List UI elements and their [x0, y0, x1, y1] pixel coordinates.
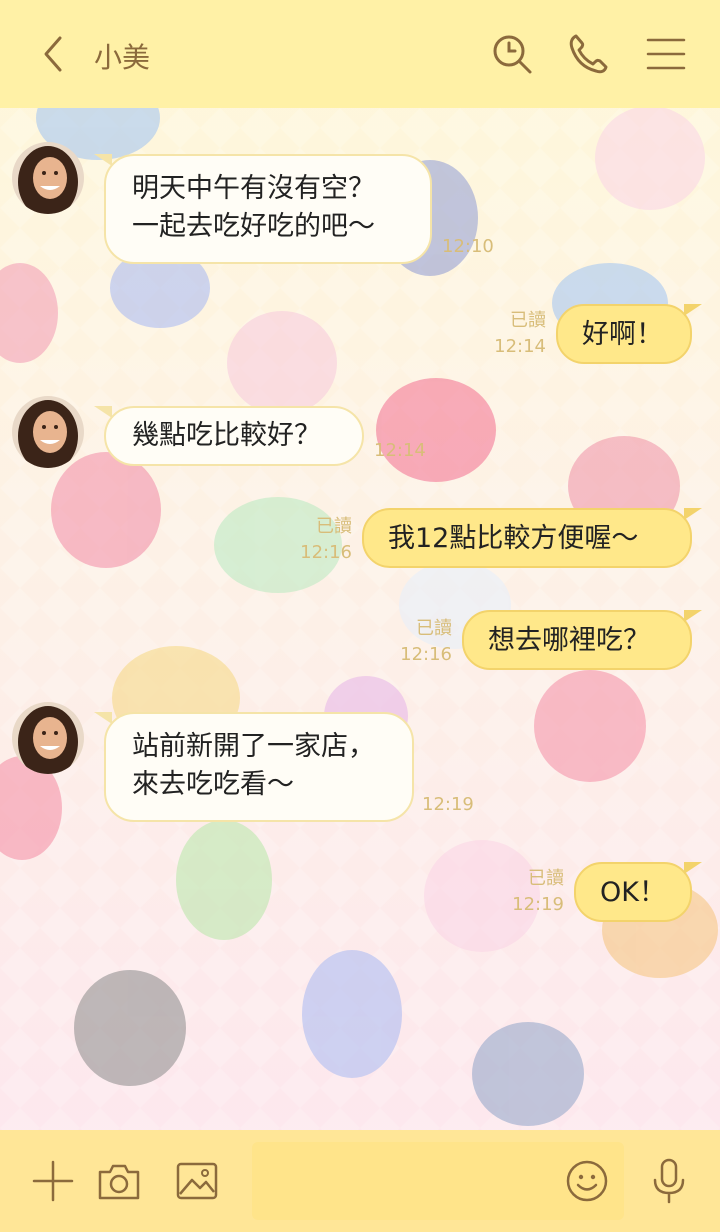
image-icon[interactable] [172, 1156, 222, 1206]
read-receipt: 已讀 [510, 310, 546, 331]
read-receipt: 已讀 [416, 618, 452, 639]
bubble-tail [94, 154, 112, 166]
outgoing-message-bubble[interactable]: OK！ [574, 862, 692, 922]
contact-avatar[interactable] [12, 396, 84, 468]
chat-header: 小美 [0, 0, 720, 108]
bubble-tail [684, 862, 702, 874]
bubble-tail [684, 508, 702, 520]
message-time: 12:16 [400, 644, 452, 665]
message-list: 明天中午有沒有空？ 一起去吃好吃的吧～ 12:10 已讀 12:14 好啊！ 幾… [0, 0, 720, 1232]
hamburger-menu-icon[interactable] [642, 30, 690, 78]
incoming-message-bubble[interactable]: 明天中午有沒有空？ 一起去吃好吃的吧～ [104, 154, 432, 264]
smiley-icon[interactable] [562, 1156, 612, 1206]
bubble-tail [94, 712, 112, 724]
outgoing-message-bubble[interactable]: 想去哪裡吃？ [462, 610, 692, 670]
bubble-tail [94, 406, 112, 418]
contact-avatar[interactable] [12, 142, 84, 214]
message-time: 12:19 [512, 894, 564, 915]
read-receipt: 已讀 [316, 516, 352, 537]
plus-icon[interactable] [28, 1156, 78, 1206]
message-time: 12:14 [494, 336, 546, 357]
message-time: 12:14 [374, 440, 426, 461]
read-receipt: 已讀 [528, 868, 564, 889]
incoming-message-bubble[interactable]: 站前新開了一家店， 來去吃吃看～ [104, 712, 414, 822]
camera-icon[interactable] [94, 1156, 144, 1206]
message-time: 12:16 [300, 542, 352, 563]
incoming-message-bubble[interactable]: 幾點吃比較好？ [104, 406, 364, 466]
message-time: 12:10 [442, 236, 494, 257]
search-icon[interactable] [488, 30, 536, 78]
chat-title: 小美 [94, 41, 151, 74]
phone-icon[interactable] [564, 30, 612, 78]
outgoing-message-bubble[interactable]: 好啊！ [556, 304, 692, 364]
outgoing-message-bubble[interactable]: 我12點比較方便喔～ [362, 508, 692, 568]
back-chevron-left-icon[interactable] [30, 30, 78, 78]
message-composer-bar [0, 1130, 720, 1232]
bubble-tail [684, 610, 702, 622]
microphone-icon[interactable] [644, 1156, 694, 1206]
contact-avatar[interactable] [12, 702, 84, 774]
message-time: 12:19 [422, 794, 474, 815]
bubble-tail [684, 304, 702, 316]
